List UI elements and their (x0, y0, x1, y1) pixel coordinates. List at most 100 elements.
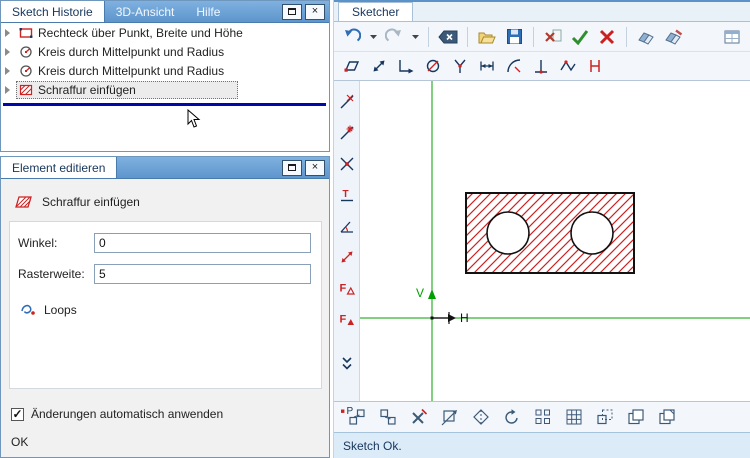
tab-hilfe[interactable]: Hilfe (185, 1, 231, 22)
undo-dropdown-button[interactable] (368, 26, 378, 48)
grid-pattern-a-icon (535, 409, 550, 424)
expander-icon[interactable] (5, 28, 10, 37)
maximize-button[interactable] (282, 159, 302, 176)
grid-pattern-b-icon (566, 409, 582, 425)
editor-window-title-tab[interactable]: Element editieren (1, 157, 118, 178)
save-floppy-icon (506, 29, 522, 44)
expander-icon[interactable] (5, 66, 10, 75)
angle-input[interactable] (94, 233, 311, 253)
circle-modify-button[interactable] (422, 55, 444, 77)
distance-constraint-button[interactable] (337, 248, 357, 266)
snap-point-icon (340, 94, 353, 109)
dimension-red-icon (590, 60, 600, 72)
hatched-rectangle[interactable] (465, 192, 635, 274)
close-icon: × (311, 5, 319, 17)
snap-intersection-icon (340, 157, 353, 171)
reorder-b-icon (380, 409, 396, 425)
stretch-button[interactable] (368, 55, 390, 77)
polyline-join-icon (560, 60, 576, 72)
reorder-b-button[interactable] (377, 406, 399, 428)
pattern-rect-button[interactable] (532, 406, 554, 428)
accept-sketch-button[interactable] (569, 26, 591, 48)
sketch-history-window: Sketch Historie 3D-Ansicht Hilfe × Recht… (0, 0, 330, 152)
fix-constraint-a-button[interactable]: F (337, 279, 357, 297)
copy-geometry-button[interactable] (625, 406, 647, 428)
maximize-button[interactable] (282, 3, 302, 20)
sketch-canvas[interactable]: V H (360, 81, 750, 401)
v-axis-arrow-icon (428, 289, 436, 299)
paste-geometry-button[interactable] (656, 406, 678, 428)
hatch-parameters-group: Winkel: Rasterweite: Loops (9, 221, 322, 389)
rotate-geometry-button[interactable] (501, 406, 523, 428)
scale-geometry-button[interactable] (594, 406, 616, 428)
history-row-hatch[interactable]: Schraffur einfügen (1, 80, 329, 99)
move-diagonal-icon (441, 410, 457, 426)
split-button[interactable] (449, 55, 471, 77)
tab-3d-ansicht[interactable]: 3D-Ansicht (105, 1, 186, 22)
tangent-arc-button[interactable] (503, 55, 525, 77)
pattern-grid-button[interactable] (563, 406, 585, 428)
edited-element-label: Schraffur einfügen (42, 194, 140, 209)
history-row-circle-1[interactable]: Kreis durch Mittelpunkt und Radius (1, 42, 329, 61)
move-geometry-button[interactable] (439, 406, 461, 428)
redo-button[interactable] (383, 26, 405, 48)
polyline-join-button[interactable] (557, 55, 579, 77)
collapse-toolbar-button[interactable] (337, 355, 357, 373)
dimension-horizontal-button[interactable] (476, 55, 498, 77)
point-tool-button[interactable]: P (337, 400, 357, 418)
fix-constraint-b-button[interactable]: F (337, 310, 357, 328)
open-sketch-button[interactable] (476, 26, 498, 48)
auto-apply-row: ✓ Änderungen automatisch anwenden (11, 407, 223, 421)
close-icon: × (311, 161, 319, 173)
eraser-button[interactable] (635, 26, 657, 48)
delete-geometry-button[interactable] (408, 406, 430, 428)
tab-sketcher[interactable]: Sketcher (338, 2, 414, 21)
redo-dropdown-button[interactable] (410, 26, 420, 48)
undo-button[interactable] (341, 26, 363, 48)
corner-arrow-button[interactable] (395, 55, 417, 77)
window-title: Element editieren (12, 160, 106, 175)
loops-label: Loops (44, 302, 77, 317)
history-row-circle-2[interactable]: Kreis durch Mittelpunkt und Radius (1, 61, 329, 80)
window-grid-icon (724, 30, 740, 43)
spacing-label: Rasterweite: (18, 267, 85, 281)
save-sketch-button[interactable] (503, 26, 525, 48)
loops-row[interactable]: Loops (20, 302, 311, 317)
rotate-arc-icon (505, 409, 518, 424)
backspace-delete-button[interactable] (437, 26, 459, 48)
sketch-circle-left[interactable] (486, 211, 530, 255)
svg-text:T: T (342, 189, 348, 200)
close-button[interactable]: × (305, 3, 325, 20)
snap-intersection-button[interactable] (337, 155, 357, 173)
history-row-rectangle[interactable]: Rechteck über Punkt, Breite und Höhe (1, 23, 329, 42)
eraser-pencil-button[interactable] (662, 26, 684, 48)
close-button[interactable]: × (305, 159, 325, 176)
snap-star-button[interactable] (337, 124, 357, 142)
window-grid-button[interactable] (721, 26, 743, 48)
perpendicular-icon (535, 60, 547, 74)
tab-sketch-historie[interactable]: Sketch Historie (1, 1, 105, 22)
sketcher-tabstrip: Sketcher (334, 0, 750, 22)
chevron-down-icon (412, 34, 419, 39)
snap-point-button[interactable] (337, 93, 357, 111)
ok-button[interactable]: OK (11, 435, 28, 449)
expander-icon[interactable] (5, 85, 10, 94)
expander-icon[interactable] (5, 47, 10, 56)
spacing-input[interactable] (94, 264, 311, 284)
tangent-constraint-button[interactable]: T (337, 186, 357, 204)
angle-constraint-button[interactable] (337, 217, 357, 235)
fix-constraint-filled-icon: F (339, 314, 354, 326)
sketcher-work-area: T F F P V H (334, 80, 750, 417)
auto-apply-checkbox[interactable]: ✓ (11, 407, 24, 421)
perpendicular-button[interactable] (530, 55, 552, 77)
delete-x-icon (412, 408, 428, 424)
tangent-arc-icon (507, 59, 521, 73)
mirror-geometry-button[interactable] (470, 406, 492, 428)
move-vertex-button[interactable] (341, 55, 363, 77)
cancel-sketch-button[interactable] (596, 26, 618, 48)
dimension-red-button[interactable] (584, 55, 606, 77)
paste-stack-icon (659, 409, 675, 425)
angle-label: Winkel: (18, 236, 58, 250)
delete-element-button[interactable] (542, 26, 564, 48)
sketch-circle-right[interactable] (570, 211, 614, 255)
